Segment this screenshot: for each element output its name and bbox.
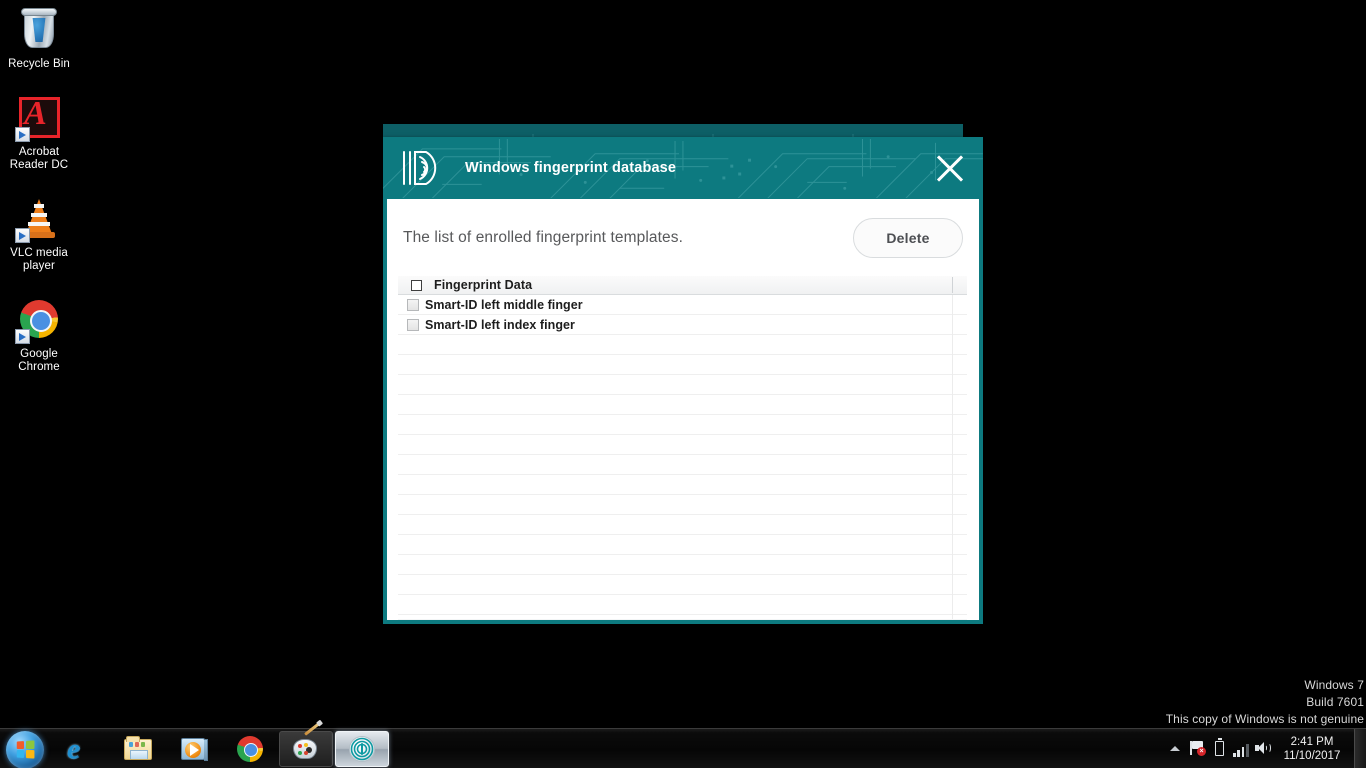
desktop-icon-vlc[interactable]: VLC media player <box>0 193 78 274</box>
toolbar: The list of enrolled fingerprint templat… <box>398 199 967 276</box>
shortcut-arrow-icon <box>15 328 30 344</box>
desktop-icon-google-chrome[interactable]: Google Chrome <box>0 294 78 375</box>
flag-alert-icon: × <box>1190 740 1206 756</box>
start-button[interactable] <box>0 729 54 768</box>
show-hidden-icons-button[interactable] <box>1164 729 1186 768</box>
desktop-icon-label: Google Chrome <box>0 348 78 375</box>
action-center-button[interactable]: × <box>1186 729 1208 768</box>
table-row-empty[interactable] <box>398 575 967 595</box>
shortcut-arrow-icon <box>15 227 30 243</box>
window-title: Windows fingerprint database <box>465 160 677 176</box>
row-checkbox[interactable] <box>407 318 419 331</box>
table-row-empty[interactable] <box>398 335 967 355</box>
chevron-up-icon <box>1170 745 1180 751</box>
window-title-bar[interactable]: Windows fingerprint database <box>383 137 983 199</box>
media-player-icon <box>179 734 209 764</box>
clock[interactable]: 2:41 PM 11/10/2017 <box>1274 729 1350 768</box>
taskbar-item-fingerprint-app[interactable] <box>335 730 389 767</box>
battery-icon <box>1215 738 1224 756</box>
show-desktop-button[interactable] <box>1354 728 1366 768</box>
folder-icon <box>123 734 153 764</box>
volume-button[interactable] <box>1252 729 1274 768</box>
label-line-2: player <box>23 260 55 272</box>
table-row-empty[interactable] <box>398 355 967 375</box>
taskbar[interactable]: e × 2:41 PM 11/10/2017 <box>0 722 1366 768</box>
network-button[interactable] <box>1230 729 1252 768</box>
column-header-fingerprint-data: Fingerprint Data <box>434 278 533 292</box>
recycle-bin-icon <box>15 6 63 54</box>
desktop-icon-list: Recycle Bin A Acrobat Reader DC VLC medi… <box>0 4 90 395</box>
windows-logo-icon <box>16 739 35 759</box>
desktop-icon-label: VLC media player <box>0 247 78 274</box>
fingerprint-database-window[interactable]: Windows fingerprint database The list of… <box>383 137 983 624</box>
internet-explorer-icon: e <box>67 732 80 765</box>
label-line-1: Acrobat <box>18 145 60 158</box>
google-chrome-icon <box>235 734 265 764</box>
table-row-empty[interactable] <box>398 475 967 495</box>
row-label: Smart-ID left middle finger <box>425 297 583 312</box>
paint-brush-icon <box>304 722 320 736</box>
signal-bars-icon <box>1233 743 1250 757</box>
watermark-line-3: This copy of Windows is not genuine <box>1165 712 1364 726</box>
desktop-icon-label: Acrobat Reader DC <box>0 146 78 173</box>
taskbar-item-google-chrome[interactable] <box>223 731 277 767</box>
label-line-1: VLC media <box>10 246 68 259</box>
list-header-row[interactable]: Fingerprint Data <box>398 276 967 295</box>
table-row-empty[interactable] <box>398 375 967 395</box>
page-subtitle: The list of enrolled fingerprint templat… <box>403 228 683 246</box>
row-label: Smart-ID left index finger <box>425 317 575 332</box>
desktop-icon-label: Recycle Bin <box>8 58 70 70</box>
speaker-icon <box>1255 741 1271 754</box>
battery-button[interactable] <box>1208 729 1230 768</box>
fingerprint-id-logo-icon <box>403 151 437 185</box>
shortcut-arrow-icon <box>15 126 30 142</box>
watermark-line-2: Build 7601 <box>1306 695 1364 709</box>
table-row-empty[interactable] <box>398 435 967 455</box>
label-line-1: Google <box>20 347 58 360</box>
vlc-cone-icon <box>15 195 63 243</box>
table-row-empty[interactable] <box>398 515 967 535</box>
label-line-2: Chrome <box>18 361 60 373</box>
table-row-empty[interactable] <box>398 555 967 575</box>
close-icon[interactable] <box>931 149 969 187</box>
taskbar-item-windows-explorer[interactable] <box>111 731 165 767</box>
table-row-empty[interactable] <box>398 495 967 515</box>
desktop-icon-acrobat-reader[interactable]: A Acrobat Reader DC <box>0 92 78 173</box>
delete-button[interactable]: Delete <box>853 217 963 258</box>
table-row[interactable]: Smart-ID left middle finger <box>398 295 967 315</box>
fingerprint-list[interactable]: Fingerprint Data Smart-ID left middle fi… <box>398 276 967 620</box>
google-chrome-icon <box>15 296 63 344</box>
table-row-empty[interactable] <box>398 595 967 615</box>
taskbar-item-media-player[interactable] <box>167 731 221 767</box>
table-row-empty[interactable] <box>398 455 967 475</box>
select-all-checkbox[interactable] <box>411 279 422 291</box>
clock-time: 2:41 PM <box>1290 735 1334 748</box>
window-content: The list of enrolled fingerprint templat… <box>387 199 979 620</box>
watermark-line-1: Windows 7 <box>1304 678 1364 692</box>
clock-date: 11/10/2017 <box>1283 749 1341 762</box>
paint-palette-icon <box>291 722 321 764</box>
column-separator[interactable] <box>952 277 953 293</box>
desktop[interactable]: Recycle Bin A Acrobat Reader DC VLC medi… <box>0 0 1366 768</box>
taskbar-item-internet-explorer[interactable]: e <box>55 731 109 767</box>
label-line-2: Reader DC <box>9 159 69 171</box>
acrobat-reader-icon: A <box>15 94 63 142</box>
row-checkbox[interactable] <box>407 298 419 311</box>
table-row-empty[interactable] <box>398 535 967 555</box>
table-row-empty[interactable] <box>398 415 967 435</box>
table-row-empty[interactable] <box>398 395 967 415</box>
windows-genuine-watermark: Windows 7 Build 7601 This copy of Window… <box>1166 677 1364 728</box>
list-rows-container[interactable]: Smart-ID left middle finger Smart-ID lef… <box>398 295 967 619</box>
fingerprint-icon <box>347 734 377 764</box>
system-tray[interactable]: × 2:41 PM 11/10/2017 <box>1164 728 1366 768</box>
desktop-icon-recycle-bin[interactable]: Recycle Bin <box>0 4 78 72</box>
taskbar-item-paint[interactable] <box>279 722 333 767</box>
table-row[interactable]: Smart-ID left index finger <box>398 315 967 335</box>
